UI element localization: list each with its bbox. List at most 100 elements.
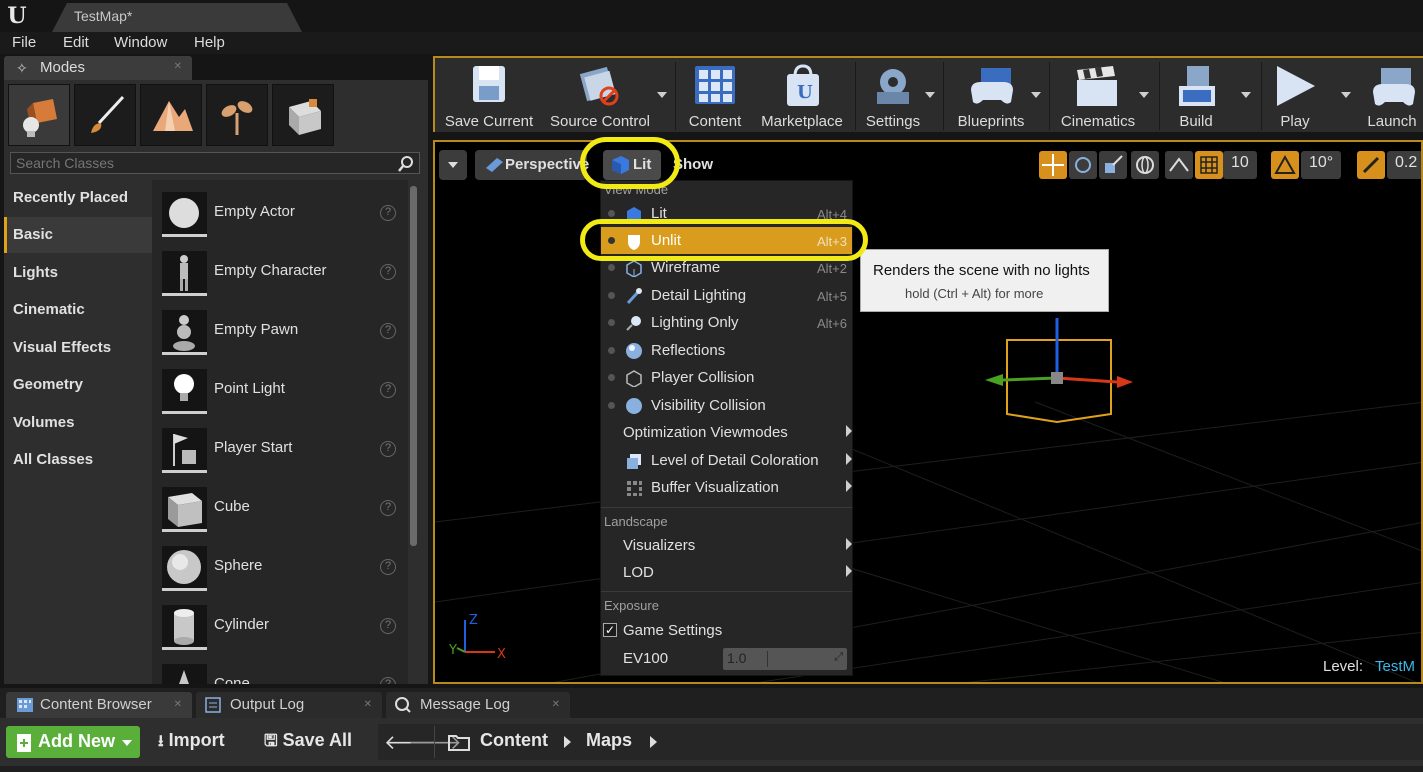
document-tab[interactable]: TestMap* xyxy=(52,3,302,32)
list-item[interactable]: Cone ? xyxy=(152,654,408,684)
close-icon[interactable]: ✕ xyxy=(174,61,182,72)
help-icon[interactable]: ? xyxy=(380,264,396,280)
settings-dropdown-arrow[interactable] xyxy=(925,92,935,98)
menu-item-lod-coloration[interactable]: Level of Detail Coloration xyxy=(601,447,852,474)
blueprints-button[interactable]: Blueprints xyxy=(949,60,1033,134)
geometry-mode-button[interactable] xyxy=(272,84,334,146)
list-item[interactable]: Empty Character ? xyxy=(152,241,408,299)
grid-snap-value[interactable]: 10 xyxy=(1223,151,1257,179)
marketplace-button[interactable]: U Marketplace xyxy=(753,60,851,134)
search-icon[interactable] xyxy=(397,155,415,173)
category-volumes[interactable]: Volumes xyxy=(4,405,152,441)
breadcrumb-chevron-icon[interactable] xyxy=(564,736,571,748)
level-viewport[interactable]: Perspective Lit Show 10 10° 0.2 Z X Y Le… xyxy=(433,140,1423,684)
menu-window[interactable]: Window xyxy=(114,34,167,51)
list-item[interactable]: Sphere ? xyxy=(152,536,408,594)
world-local-toggle[interactable] xyxy=(1131,151,1159,179)
actor-transform-gizmo[interactable] xyxy=(981,314,1151,444)
close-icon[interactable]: ✕ xyxy=(364,699,372,710)
list-item[interactable]: Empty Actor ? xyxy=(152,182,408,240)
place-mode-button[interactable] xyxy=(8,84,70,146)
menu-edit[interactable]: Edit xyxy=(63,34,89,51)
surface-snap-button[interactable] xyxy=(1165,151,1193,179)
close-icon[interactable]: ✕ xyxy=(552,699,560,710)
help-icon[interactable]: ? xyxy=(380,205,396,221)
help-icon[interactable]: ? xyxy=(380,441,396,457)
close-icon[interactable]: ✕ xyxy=(174,699,182,710)
category-all-classes[interactable]: All Classes xyxy=(4,442,152,478)
import-button[interactable]: ⭳ Import xyxy=(158,730,225,757)
menu-item-visibility-collision[interactable]: Visibility Collision xyxy=(601,392,852,419)
modes-tab[interactable]: ✧ Modes ✕ xyxy=(4,56,192,80)
rotation-snap-toggle[interactable] xyxy=(1271,151,1299,179)
play-button[interactable]: Play xyxy=(1265,60,1325,134)
game-settings-checkbox[interactable]: ✓ xyxy=(603,623,617,637)
category-lights[interactable]: Lights xyxy=(4,255,152,291)
tab-message-log[interactable]: Message Log ✕ xyxy=(386,692,570,718)
menu-item-lod[interactable]: LOD xyxy=(601,559,852,586)
ev100-slider-handle[interactable] xyxy=(767,651,768,667)
menu-item-buffer-visualization[interactable]: Buffer Visualization xyxy=(601,474,852,501)
blueprints-dropdown-arrow[interactable] xyxy=(1031,92,1041,98)
translate-mode-button[interactable] xyxy=(1039,151,1067,179)
scale-snap-value[interactable]: 0.2 xyxy=(1387,151,1421,179)
play-dropdown-arrow[interactable] xyxy=(1341,92,1351,98)
grid-snap-toggle[interactable] xyxy=(1195,151,1223,179)
search-classes-input[interactable] xyxy=(11,153,381,173)
viewport-options-button[interactable] xyxy=(439,150,467,180)
list-item[interactable]: Cube ? xyxy=(152,477,408,535)
help-icon[interactable]: ? xyxy=(380,323,396,339)
menu-file[interactable]: File xyxy=(12,34,36,51)
save-all-button[interactable]: 🖫 Save All xyxy=(264,730,352,757)
breadcrumb-content[interactable]: Content xyxy=(480,730,548,751)
menu-item-lighting-only[interactable]: Lighting Only Alt+6 xyxy=(601,309,852,336)
scale-snap-toggle[interactable] xyxy=(1357,151,1385,179)
list-item[interactable]: Player Start ? xyxy=(152,418,408,476)
cinematics-button[interactable]: Cinematics xyxy=(1053,60,1143,134)
source-control-button[interactable]: Source Control xyxy=(545,60,655,134)
breadcrumb-chevron-icon[interactable] xyxy=(650,736,657,748)
menu-item-game-settings[interactable]: ✓ Game Settings xyxy=(601,617,852,644)
category-basic[interactable]: Basic xyxy=(4,217,152,253)
scale-mode-button[interactable] xyxy=(1099,151,1127,179)
paint-mode-button[interactable] xyxy=(74,84,136,146)
menu-item-reflections[interactable]: Reflections xyxy=(601,337,852,364)
menu-item-optimization-viewmodes[interactable]: Optimization Viewmodes xyxy=(601,419,852,446)
content-button[interactable]: Content xyxy=(679,60,751,134)
menu-help[interactable]: Help xyxy=(194,34,225,51)
source-control-dropdown-arrow[interactable] xyxy=(657,92,667,98)
landscape-mode-button[interactable] xyxy=(140,84,202,146)
menu-item-player-collision[interactable]: Player Collision xyxy=(601,364,852,391)
menu-item-detail-lighting[interactable]: Detail Lighting Alt+5 xyxy=(601,282,852,309)
perspective-button[interactable]: Perspective xyxy=(475,150,589,180)
cinematics-dropdown-arrow[interactable] xyxy=(1139,92,1149,98)
rotate-mode-button[interactable] xyxy=(1069,151,1097,179)
ev100-slider[interactable]: 1.0 ⤢ xyxy=(723,648,847,670)
rotation-snap-value[interactable]: 10° xyxy=(1301,151,1341,179)
save-current-button[interactable]: Save Current xyxy=(439,60,539,134)
tab-content-browser[interactable]: Content Browser ✕ xyxy=(6,692,192,718)
category-geometry[interactable]: Geometry xyxy=(4,367,152,403)
help-icon[interactable]: ? xyxy=(380,559,396,575)
build-button[interactable]: Build xyxy=(1163,60,1229,134)
category-recently-placed[interactable]: Recently Placed xyxy=(4,180,152,216)
help-icon[interactable]: ? xyxy=(380,382,396,398)
help-icon[interactable]: ? xyxy=(380,500,396,516)
tab-output-log[interactable]: Output Log ✕ xyxy=(196,692,382,718)
settings-button[interactable]: Settings xyxy=(859,60,927,134)
add-new-button[interactable]: Add New xyxy=(6,726,140,758)
build-dropdown-arrow[interactable] xyxy=(1241,92,1251,98)
list-item[interactable]: Point Light ? xyxy=(152,359,408,417)
list-item[interactable]: Cylinder ? xyxy=(152,595,408,653)
unreal-logo[interactable]: U xyxy=(4,3,30,29)
category-cinematic[interactable]: Cinematic xyxy=(4,292,152,328)
class-list-scrollbar[interactable] xyxy=(410,186,417,546)
breadcrumb-maps[interactable]: Maps xyxy=(586,730,632,751)
category-visual-effects[interactable]: Visual Effects xyxy=(4,330,152,366)
launch-button[interactable]: Launch xyxy=(1359,60,1423,134)
list-item[interactable]: Empty Pawn ? xyxy=(152,300,408,358)
menu-item-visualizers[interactable]: Visualizers xyxy=(601,532,852,559)
foliage-mode-button[interactable] xyxy=(206,84,268,146)
help-icon[interactable]: ? xyxy=(380,677,396,684)
help-icon[interactable]: ? xyxy=(380,618,396,634)
